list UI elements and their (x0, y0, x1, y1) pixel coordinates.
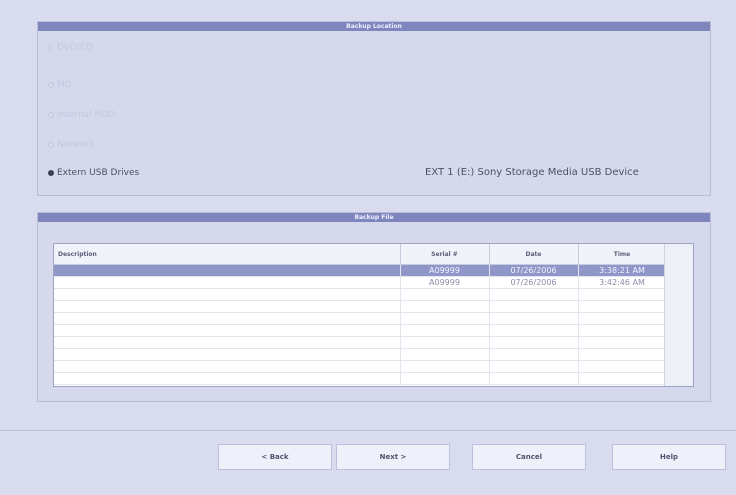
cancel-button[interactable]: Cancel (472, 444, 586, 470)
next-button[interactable]: Next > (336, 444, 450, 470)
empty-row (54, 348, 667, 361)
radio-network[interactable]: Network (48, 137, 95, 153)
empty-row (54, 360, 667, 373)
column-header-date[interactable]: Date (489, 244, 579, 265)
cell-serial: A09999 (400, 264, 490, 277)
empty-row (54, 372, 667, 385)
backup-file-panel: Backup File Description Serial # Date Ti… (37, 212, 711, 402)
radio-network-circle[interactable] (48, 142, 54, 148)
help-button[interactable]: Help (612, 444, 726, 470)
radio-dvd-cd-circle[interactable] (48, 45, 54, 51)
column-header-serial[interactable]: Serial # (400, 244, 490, 265)
backup-file-grid: Description Serial # Date Time A09999 07… (54, 244, 667, 385)
radio-mo-label: MO (57, 80, 72, 90)
column-header-description[interactable]: Description (54, 244, 401, 265)
table-header-row: Description Serial # Date Time (54, 244, 667, 265)
radio-mo-circle[interactable] (48, 82, 54, 88)
table-row[interactable]: A09999 07/26/2006 3:42:46 AM (54, 276, 667, 289)
cell-date: 07/26/2006 (489, 276, 579, 289)
empty-row (54, 300, 667, 313)
radio-internal-hdd-label: Internal HDD (57, 110, 116, 120)
cell-time: 3:42:46 AM (578, 276, 667, 289)
cell-date: 07/26/2006 (489, 264, 579, 277)
table-scrollbar[interactable] (664, 244, 693, 386)
column-header-time[interactable]: Time (578, 244, 667, 265)
backup-file-table[interactable]: Description Serial # Date Time A09999 07… (53, 243, 694, 387)
radio-extern-usb-circle[interactable] (48, 170, 54, 176)
footer-divider (0, 430, 736, 431)
radio-extern-usb[interactable]: Extern USB Drives (48, 165, 139, 181)
empty-row (54, 324, 667, 337)
cell-serial: A09999 (400, 276, 490, 289)
table-row[interactable]: A09999 07/26/2006 3:38:21 AM (54, 264, 667, 277)
radio-network-label: Network (57, 140, 95, 150)
radio-internal-hdd[interactable]: Internal HDD (48, 107, 115, 123)
empty-row (54, 288, 667, 301)
backup-location-panel: Backup Location DVD/CD MO Internal HDD N… (37, 21, 711, 196)
backup-file-header: Backup File (38, 213, 710, 222)
usb-device-text: EXT 1 (E:) Sony Storage Media USB Device (425, 167, 639, 178)
cell-time: 3:38:21 AM (578, 264, 667, 277)
backup-location-header: Backup Location (38, 22, 710, 31)
cell-description (54, 276, 401, 289)
back-button[interactable]: < Back (218, 444, 332, 470)
radio-dvd-cd[interactable]: DVD/CD (48, 40, 93, 56)
empty-row (54, 336, 667, 349)
empty-row (54, 312, 667, 325)
radio-mo[interactable]: MO (48, 77, 72, 93)
radio-extern-usb-label: Extern USB Drives (57, 168, 140, 178)
radio-internal-hdd-circle[interactable] (48, 112, 54, 118)
radio-dvd-cd-label: DVD/CD (57, 43, 94, 53)
cell-description (54, 264, 401, 277)
